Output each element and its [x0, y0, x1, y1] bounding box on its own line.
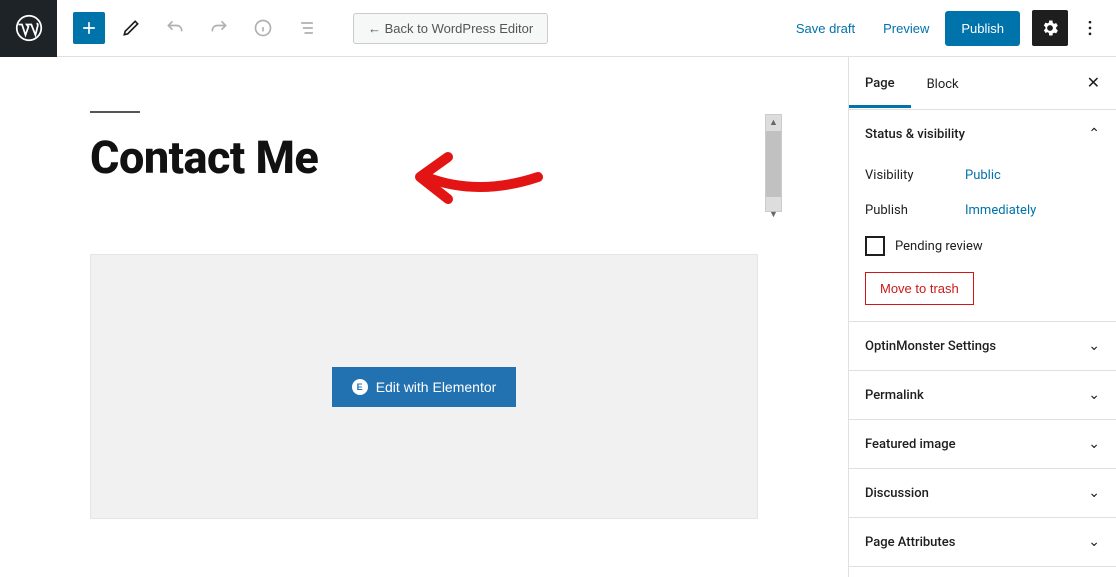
edit-with-elementor-button[interactable]: E Edit with Elementor: [332, 367, 517, 407]
chevron-down-icon: ⌄: [1088, 338, 1100, 354]
scroll-up-icon[interactable]: ▲: [765, 114, 782, 130]
tab-block[interactable]: Block: [911, 61, 975, 106]
settings-sidebar: Page Block ✕ Status & visibility ⌃ Visib…: [848, 57, 1116, 577]
panel-permalink[interactable]: Permalink ⌄: [849, 371, 1116, 419]
publish-value[interactable]: Immediately: [965, 203, 1036, 218]
settings-button[interactable]: [1032, 10, 1068, 46]
panel-status-visibility[interactable]: Status & visibility ⌃: [849, 110, 1116, 158]
pending-review-label: Pending review: [895, 239, 983, 254]
panel-attributes-title: Page Attributes: [865, 535, 955, 550]
elementor-icon: E: [352, 379, 368, 395]
modes-button[interactable]: [113, 10, 149, 46]
move-to-trash-button[interactable]: Move to trash: [865, 272, 974, 305]
undo-button[interactable]: [157, 10, 193, 46]
more-options-button[interactable]: [1072, 10, 1108, 46]
panel-page-attributes[interactable]: Page Attributes ⌄: [849, 518, 1116, 566]
editor-canvas: Contact Me E Edit with Elementor ▲ ▼: [0, 57, 848, 577]
panel-discussion-title: Discussion: [865, 486, 929, 501]
close-sidebar-button[interactable]: ✕: [1071, 57, 1116, 109]
chevron-up-icon: ⌃: [1088, 126, 1100, 142]
tab-page[interactable]: Page: [849, 60, 911, 108]
back-to-wp-editor-button[interactable]: ← Back to WordPress Editor: [353, 13, 548, 44]
title-rule: [90, 111, 140, 113]
redo-button[interactable]: [201, 10, 237, 46]
save-draft-button[interactable]: Save draft: [784, 13, 867, 44]
pending-review-checkbox[interactable]: Pending review: [865, 228, 1100, 272]
panel-permalink-title: Permalink: [865, 388, 924, 403]
elementor-button-label: Edit with Elementor: [376, 379, 497, 395]
panel-optin-title: OptinMonster Settings: [865, 339, 996, 354]
panel-discussion[interactable]: Discussion ⌄: [849, 469, 1116, 517]
panel-featured-image[interactable]: Featured image ⌄: [849, 420, 1116, 468]
outline-button[interactable]: [289, 10, 325, 46]
publish-button[interactable]: Publish: [945, 11, 1020, 46]
annotation-arrow-icon: [408, 147, 548, 221]
add-block-button[interactable]: [73, 12, 105, 44]
chevron-down-icon: ⌄: [1088, 436, 1100, 452]
panel-optinmonster[interactable]: OptinMonster Settings ⌄: [849, 322, 1116, 370]
wordpress-logo[interactable]: [0, 0, 57, 57]
panel-featured-title: Featured image: [865, 437, 956, 452]
publish-label: Publish: [865, 203, 965, 218]
info-button[interactable]: [245, 10, 281, 46]
chevron-down-icon: ⌄: [1088, 534, 1100, 550]
scroll-down-icon[interactable]: ▼: [765, 206, 782, 222]
panel-status-title: Status & visibility: [865, 127, 965, 142]
chevron-down-icon: ⌄: [1088, 387, 1100, 403]
visibility-label: Visibility: [865, 168, 965, 183]
visibility-value[interactable]: Public: [965, 168, 1001, 183]
preview-button[interactable]: Preview: [871, 13, 941, 44]
pending-review-input[interactable]: [865, 236, 885, 256]
chevron-down-icon: ⌄: [1088, 485, 1100, 501]
elementor-placeholder: E Edit with Elementor: [90, 254, 758, 519]
